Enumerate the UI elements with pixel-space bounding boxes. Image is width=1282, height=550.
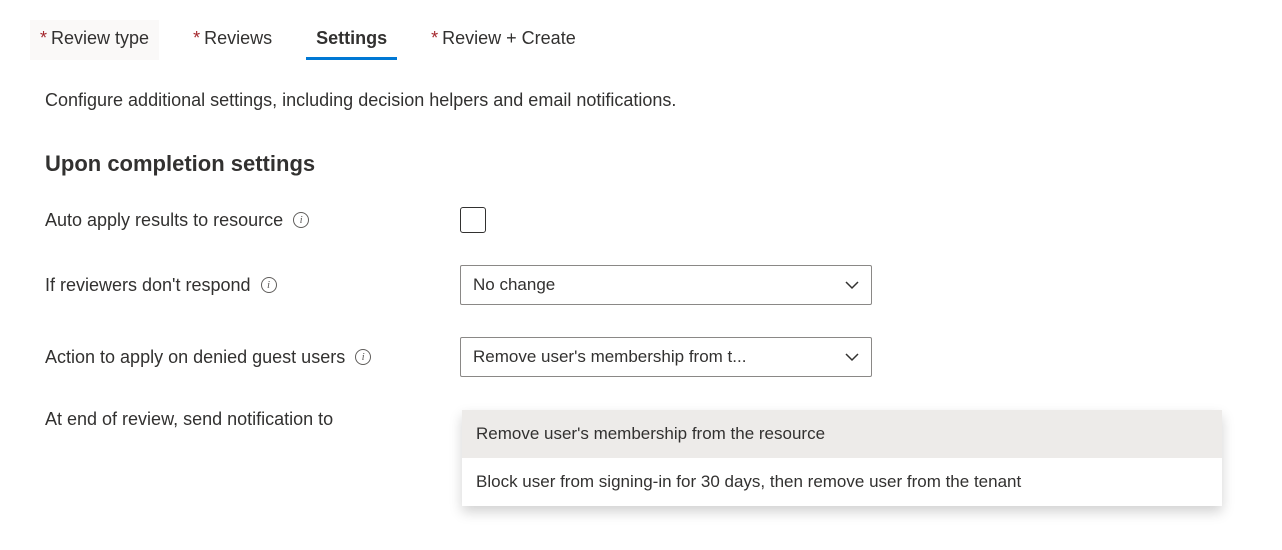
dropdown-option[interactable]: Remove user's membership from the resour…: [462, 410, 1222, 458]
label-auto-apply: Auto apply results to resource i: [45, 210, 460, 231]
tab-review-type[interactable]: *Review type: [30, 20, 159, 60]
label-notification: At end of review, send notification to: [45, 409, 460, 430]
label-denied-action: Action to apply on denied guest users i: [45, 347, 460, 368]
tab-label: Review type: [51, 28, 149, 48]
required-asterisk: *: [40, 28, 47, 48]
tab-settings[interactable]: Settings: [306, 20, 397, 60]
select-denied-action[interactable]: Remove user's membership from t...: [460, 337, 872, 377]
dropdown-panel-denied-action: Remove user's membership from the resour…: [462, 410, 1222, 506]
checkbox-auto-apply[interactable]: [460, 207, 486, 233]
label-text: Action to apply on denied guest users: [45, 347, 345, 368]
tab-label: Reviews: [204, 28, 272, 48]
info-icon[interactable]: i: [293, 212, 309, 228]
label-text: If reviewers don't respond: [45, 275, 251, 296]
info-icon[interactable]: i: [261, 277, 277, 293]
dropdown-option[interactable]: Block user from signing-in for 30 days, …: [462, 458, 1222, 506]
section-title: Upon completion settings: [45, 151, 1252, 177]
page-description: Configure additional settings, including…: [45, 90, 1252, 111]
chevron-down-icon: [845, 281, 859, 290]
label-text: At end of review, send notification to: [45, 409, 333, 430]
tab-bar: *Review type *Reviews Settings *Review +…: [30, 20, 1252, 60]
select-no-respond[interactable]: No change: [460, 265, 872, 305]
row-no-respond: If reviewers don't respond i No change: [45, 265, 1252, 305]
required-asterisk: *: [193, 28, 200, 48]
label-no-respond: If reviewers don't respond i: [45, 275, 460, 296]
label-text: Auto apply results to resource: [45, 210, 283, 231]
row-denied-action: Action to apply on denied guest users i …: [45, 337, 1252, 377]
select-value: No change: [473, 275, 555, 295]
row-auto-apply: Auto apply results to resource i: [45, 207, 1252, 233]
chevron-down-icon: [845, 353, 859, 362]
tab-reviews[interactable]: *Reviews: [183, 20, 282, 60]
tab-review-create[interactable]: *Review + Create: [421, 20, 586, 60]
tab-label: Review + Create: [442, 28, 576, 48]
required-asterisk: *: [431, 28, 438, 48]
select-value: Remove user's membership from t...: [473, 347, 746, 367]
tab-label: Settings: [316, 28, 387, 48]
info-icon[interactable]: i: [355, 349, 371, 365]
